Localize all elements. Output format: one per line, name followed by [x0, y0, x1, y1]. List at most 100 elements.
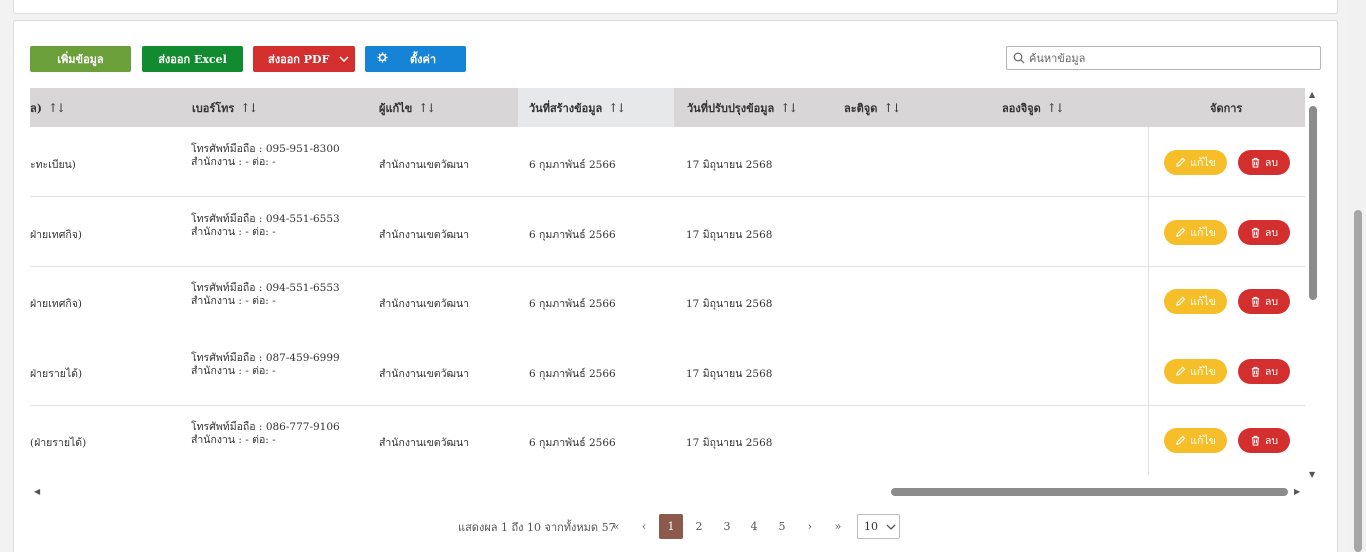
edit-button[interactable]: แก้ไข [1164, 289, 1227, 314]
table-vertical-scrollbar[interactable]: ▲ ▼ [1305, 88, 1321, 485]
search-box[interactable] [1006, 46, 1321, 70]
phone-cell: โทรศัพท์มือถือ : 086-777-9106 สำนักงาน :… [191, 421, 340, 447]
page-button-1[interactable]: 1 [659, 514, 683, 539]
edit-button[interactable]: แก้ไข [1164, 220, 1227, 245]
office-text: สำนักงาน : - ต่อ: - [191, 156, 276, 168]
pencil-icon [1176, 227, 1186, 237]
column-header-created[interactable]: วันที่สร้างข้อมูล ↑↓ [518, 88, 674, 127]
sort-icon: ↑↓ [608, 100, 626, 115]
column-header-editor[interactable]: ผู้แก้ไข ↑↓ [379, 88, 436, 127]
edit-label: แก้ไข [1190, 296, 1216, 308]
settings-button[interactable]: ตั้งค่า [365, 46, 466, 72]
page-button-2[interactable]: 2 [687, 514, 711, 539]
add-data-button[interactable]: เพิ่มข้อมูล [30, 46, 131, 72]
chevron-down-icon[interactable] [333, 46, 355, 72]
column-header-latitude[interactable]: ละติจูด ↑↓ [844, 88, 902, 127]
edit-label: แก้ไข [1190, 157, 1216, 169]
sort-icon: ↑↓ [1046, 100, 1065, 115]
name-cell: ฝ่ายเทศกิจ) [30, 298, 82, 310]
page-size-select[interactable]: 10 [857, 514, 900, 539]
updated-cell: 17 มิถุนายน 2568 [686, 159, 773, 171]
phone-cell: โทรศัพท์มือถือ : 095-951-8300 สำนักงาน :… [191, 143, 340, 169]
vertical-scroll-thumb[interactable] [1309, 106, 1317, 300]
export-pdf-label: ส่งออก PDF [268, 53, 330, 66]
page-button-3[interactable]: 3 [715, 514, 739, 539]
column-header-name[interactable]: ล) ↑↓ [30, 88, 66, 127]
table-horizontal-scrollbar[interactable]: ◀ ▶ [30, 485, 1305, 499]
data-table: ล) ↑↓ เบอร์โทร ↑↓ ผู้แก้ไข ↑↓ วันที่สร้า… [30, 88, 1305, 475]
table-row: ฝ่ายเทศกิจ) โทรศัพท์มือถือ : 094-551-655… [30, 267, 1305, 337]
page-scrollbar[interactable] [1350, 0, 1366, 552]
edit-button[interactable]: แก้ไข [1164, 150, 1227, 175]
horizontal-scroll-thumb[interactable] [891, 488, 1288, 496]
delete-label: ลบ [1264, 435, 1279, 447]
settings-label: ตั้งค่า [410, 53, 437, 66]
column-header-label: ลองจิจูด [1002, 101, 1041, 115]
pagination-summary: แสดงผล 1 ถึง 10 จากทั้งหมด 57 [458, 520, 616, 534]
created-cell: 6 กุมภาพันธ์ 2566 [529, 437, 616, 449]
delete-button[interactable]: ลบ [1238, 150, 1290, 175]
last-page-button[interactable]: » [826, 514, 850, 539]
delete-button[interactable]: ลบ [1238, 220, 1290, 245]
sort-icon: ↑↓ [418, 100, 436, 115]
created-cell: 6 กุมภาพันธ์ 2566 [529, 159, 616, 171]
created-cell: 6 กุมภาพันธ์ 2566 [529, 229, 616, 241]
trash-icon [1251, 157, 1260, 168]
column-header-label: เบอร์โทร [192, 101, 235, 115]
mobile-text: โทรศัพท์มือถือ : 086-777-9106 [191, 421, 340, 433]
first-page-button[interactable]: « [604, 514, 628, 539]
add-data-label: เพิ่มข้อมูล [57, 53, 104, 66]
export-excel-label: ส่งออก Excel [158, 53, 227, 66]
table-row: ฝ่ายรายได้) โทรศัพท์มือถือ : 087-459-699… [30, 336, 1305, 406]
name-cell: ฝ่ายเทศกิจ) [30, 229, 82, 241]
name-cell: ะทะเบียน) [30, 159, 76, 171]
column-header-phone[interactable]: เบอร์โทร ↑↓ [192, 88, 258, 127]
pencil-icon [1176, 296, 1186, 306]
trash-icon [1251, 296, 1260, 307]
delete-button[interactable]: ลบ [1238, 428, 1290, 453]
edit-button[interactable]: แก้ไข [1164, 359, 1227, 384]
page-button-4[interactable]: 4 [742, 514, 766, 539]
scroll-down-icon[interactable]: ▼ [1309, 470, 1315, 479]
sort-icon: ↑↓ [780, 100, 798, 115]
column-header-label: ละติจูด [844, 101, 878, 115]
edit-label: แก้ไข [1190, 435, 1216, 447]
trash-icon [1251, 227, 1260, 238]
column-header-longitude[interactable]: ลองจิจูด ↑↓ [1002, 88, 1065, 127]
table-header: ล) ↑↓ เบอร์โทร ↑↓ ผู้แก้ไข ↑↓ วันที่สร้า… [30, 88, 1305, 127]
updated-cell: 17 มิถุนายน 2568 [686, 229, 773, 241]
editor-cell: สำนักงานเขตวัฒนา [379, 368, 470, 380]
column-header-label: วันที่สร้างข้อมูล [529, 101, 603, 115]
sort-icon: ↑↓ [47, 100, 66, 115]
phone-cell: โทรศัพท์มือถือ : 094-551-6553 สำนักงาน :… [191, 213, 340, 239]
next-page-button[interactable]: › [798, 514, 822, 539]
edit-label: แก้ไข [1190, 366, 1216, 378]
page-scroll-thumb[interactable] [1354, 210, 1362, 552]
delete-label: ลบ [1264, 227, 1279, 239]
mobile-text: โทรศัพท์มือถือ : 094-551-6553 [191, 213, 340, 225]
search-input[interactable] [1029, 51, 1309, 65]
delete-button[interactable]: ลบ [1238, 289, 1290, 314]
actions-column-divider [1148, 127, 1149, 475]
delete-button[interactable]: ลบ [1238, 359, 1290, 384]
created-cell: 6 กุมภาพันธ์ 2566 [529, 368, 616, 380]
scroll-left-icon[interactable]: ◀ [34, 487, 40, 496]
editor-cell: สำนักงานเขตวัฒนา [379, 298, 470, 310]
mobile-text: โทรศัพท์มือถือ : 094-551-6553 [191, 282, 340, 294]
phone-cell: โทรศัพท์มือถือ : 087-459-6999 สำนักงาน :… [191, 352, 340, 378]
table-row: (ฝ่ายรายได้) โทรศัพท์มือถือ : 086-777-91… [30, 406, 1305, 475]
scroll-right-icon[interactable]: ▶ [1294, 487, 1300, 496]
table-row: ะทะเบียน) โทรศัพท์มือถือ : 095-951-8300 … [30, 127, 1305, 197]
page-button-5[interactable]: 5 [770, 514, 794, 539]
editor-cell: สำนักงานเขตวัฒนา [379, 437, 470, 449]
prev-page-button[interactable]: ‹ [632, 514, 656, 539]
updated-cell: 17 มิถุนายน 2568 [686, 437, 773, 449]
export-pdf-button[interactable]: ส่งออก PDF [253, 46, 355, 72]
edit-button[interactable]: แก้ไข [1164, 428, 1227, 453]
column-header-updated[interactable]: วันที่ปรับปรุงข้อมูล ↑↓ [687, 88, 798, 127]
mobile-text: โทรศัพท์มือถือ : 087-459-6999 [191, 352, 340, 364]
updated-cell: 17 มิถุนายน 2568 [686, 298, 773, 310]
export-excel-button[interactable]: ส่งออก Excel [142, 46, 243, 72]
scroll-up-icon[interactable]: ▲ [1309, 90, 1315, 99]
delete-label: ลบ [1264, 157, 1279, 169]
